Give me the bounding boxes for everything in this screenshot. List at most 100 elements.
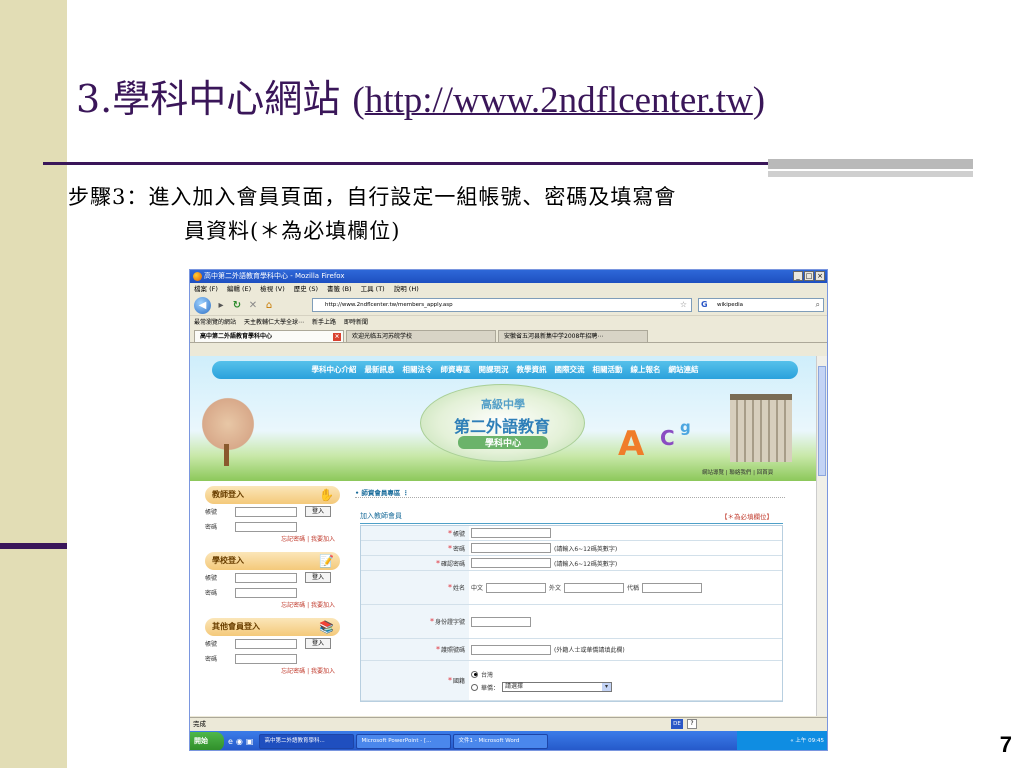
stop-icon[interactable]: ✕ — [247, 300, 259, 311]
required-star-icon: * — [447, 543, 452, 553]
password-input[interactable] — [471, 543, 551, 553]
url-bar[interactable]: http://www.2ndflcenter.tw/members_apply.… — [312, 298, 692, 312]
radio-selected-icon[interactable] — [471, 670, 478, 678]
other-login-button[interactable]: 登入 — [305, 638, 331, 649]
required-star-icon: * — [447, 528, 452, 538]
bookmark-most-visited[interactable]: 最常瀏覽的網站 — [194, 316, 236, 329]
navigation-toolbar: ◀ ▸ ↻ ✕ ⌂ http://www.2ndflcenter.tw/memb… — [190, 295, 827, 315]
reload-icon[interactable]: ↻ — [231, 300, 243, 311]
home-icon[interactable]: ⌂ — [263, 300, 275, 311]
tab-wuhe-school[interactable]: 欢迎光临五河苏皖学校 — [346, 330, 496, 342]
nav-about[interactable]: 學科中心介紹 — [312, 361, 357, 379]
menu-view[interactable]: 檢視 (V) — [260, 283, 285, 295]
close-button[interactable]: × — [815, 271, 825, 281]
other-password-input[interactable] — [235, 653, 297, 664]
name-en-input[interactable] — [564, 582, 625, 593]
tab-2ndfl-center[interactable]: 高中第二外語教育學科中心 × — [194, 330, 344, 342]
school-account-input[interactable] — [235, 572, 297, 583]
school-login-links[interactable]: 忘記密碼 | 我要加入 — [205, 600, 340, 612]
scrollbar-thumb[interactable] — [818, 366, 826, 476]
help-icon[interactable]: ? — [687, 719, 697, 729]
name-alias-input[interactable] — [642, 582, 703, 593]
menu-bar: 檔案 (F) 編輯 (E) 檢視 (V) 歷史 (S) 書籤 (B) 工具 (T… — [190, 283, 827, 295]
nav-activities[interactable]: 相關活動 — [593, 361, 623, 379]
other-account-input[interactable] — [235, 638, 297, 649]
task-firefox[interactable]: 高中第二外語教育學科... — [259, 734, 355, 749]
quick-launch: e ◉ ▣ — [224, 737, 257, 746]
overseas-country-select[interactable]: 請選擇 ▾ — [502, 682, 613, 692]
bookmark-fju[interactable]: 天主教輔仁大學全球⋯ — [244, 316, 304, 329]
confirm-password-input[interactable] — [471, 558, 551, 568]
firefox-quick-icon[interactable]: ◉ — [236, 737, 243, 746]
radio-icon[interactable] — [471, 683, 478, 691]
name-field-label: * 姓名 — [361, 571, 469, 604]
password-field-cell: (請輸入6~12碼英數字) — [469, 541, 782, 555]
language-indicator[interactable]: DE — [671, 719, 683, 729]
nationality-field-label: * 國籍 — [361, 661, 469, 700]
school-login-button[interactable]: 登入 — [305, 572, 331, 583]
start-button[interactable]: 開始 — [190, 732, 224, 750]
nav-registration[interactable]: 線上報名 — [631, 361, 661, 379]
slide-left-bar — [0, 0, 67, 768]
close-tab-icon[interactable]: × — [333, 333, 341, 341]
name-zh-input[interactable] — [486, 582, 547, 593]
menu-help[interactable]: 說明 (H) — [394, 283, 419, 295]
account-field-label: * 帳號 — [361, 526, 469, 540]
window-buttons: _ □ × — [793, 271, 825, 281]
tab-xinji-school[interactable]: 安徽省五河县新集中学2008年招聘⋯ — [498, 330, 648, 342]
minimize-button[interactable]: _ — [793, 271, 803, 281]
hand-icon: ✋ — [319, 488, 334, 502]
ie-icon[interactable]: e — [228, 737, 233, 746]
search-icon[interactable]: ⌕ — [816, 299, 820, 311]
forward-dropdown-icon[interactable]: ▸ — [215, 300, 227, 311]
account-label: 帳號 — [452, 530, 465, 538]
nationality-overseas-option[interactable]: 華僑： 請選擇 ▾ — [471, 682, 613, 692]
nav-laws[interactable]: 相關法令 — [403, 361, 433, 379]
login-column: 教師登入 ✋ 帳號 登入 密碼 忘記密碼 | 我要加入 學校登入 📝 帳號 登入… — [205, 486, 340, 716]
menu-bookmarks[interactable]: 書籤 (B) — [327, 283, 352, 295]
account-label: 帳號 — [205, 509, 218, 516]
name-label: 姓名 — [452, 585, 465, 592]
teacher-login-button[interactable]: 登入 — [305, 506, 331, 517]
teacher-password-input[interactable] — [235, 521, 297, 532]
system-tray-clock: « 上午 09:45 — [737, 731, 827, 750]
password-label: 密碼 — [205, 656, 218, 663]
form-row-account: * 帳號 — [361, 526, 782, 541]
other-login-links[interactable]: 忘記密碼 | 我要加入 — [205, 666, 340, 678]
teacher-account-input[interactable] — [235, 506, 297, 517]
status-text: 完成 — [193, 720, 206, 728]
account-input[interactable] — [471, 528, 551, 538]
name-alias-label: 代稱 — [627, 585, 640, 592]
nationality-taiwan-option[interactable]: 台灣 — [471, 669, 493, 679]
passport-input[interactable] — [471, 644, 551, 655]
back-button[interactable]: ◀ — [194, 296, 211, 314]
nav-links[interactable]: 網站連結 — [669, 361, 699, 379]
slide-title-paren-open: ( — [352, 80, 365, 121]
bookmark-star-icon[interactable]: ☆ — [680, 299, 687, 311]
name-zh-label: 中文 — [471, 585, 484, 592]
slide-title-url[interactable]: http://www.2ndflcenter.tw — [365, 80, 753, 121]
nav-teachers[interactable]: 師資專區 — [441, 361, 471, 379]
nav-teaching-info[interactable]: 教學資訊 — [517, 361, 547, 379]
school-account-row: 帳號 登入 — [205, 570, 340, 585]
bookmark-getting-started[interactable]: 新手上路 — [312, 316, 336, 329]
menu-edit[interactable]: 編輯 (E) — [227, 283, 251, 295]
menu-file[interactable]: 檔案 (F) — [194, 283, 218, 295]
search-bar[interactable]: G wikipedia ⌕ — [698, 298, 824, 312]
task-word[interactable]: 文件1 - Microsoft Word — [453, 734, 549, 749]
task-powerpoint[interactable]: Microsoft PowerPoint - [... — [356, 734, 452, 749]
teacher-login-links[interactable]: 忘記密碼 | 我要加入 — [205, 534, 340, 546]
menu-tools[interactable]: 工具 (T) — [361, 283, 385, 295]
id-input[interactable] — [471, 616, 531, 627]
nav-international[interactable]: 國際交流 — [555, 361, 585, 379]
maximize-button[interactable]: □ — [804, 271, 814, 281]
nav-news[interactable]: 最新訊息 — [365, 361, 395, 379]
bookmark-news[interactable]: 即時新聞 — [344, 316, 368, 329]
vertical-scrollbar[interactable] — [816, 356, 827, 716]
other-password-row: 密碼 — [205, 651, 340, 666]
header-links[interactable]: 網站導覽 | 聯絡我們 | 回首頁 — [702, 468, 773, 476]
school-password-input[interactable] — [235, 587, 297, 598]
desktop-icon[interactable]: ▣ — [246, 737, 254, 746]
menu-history[interactable]: 歷史 (S) — [294, 283, 318, 295]
nav-courses[interactable]: 開課現況 — [479, 361, 509, 379]
